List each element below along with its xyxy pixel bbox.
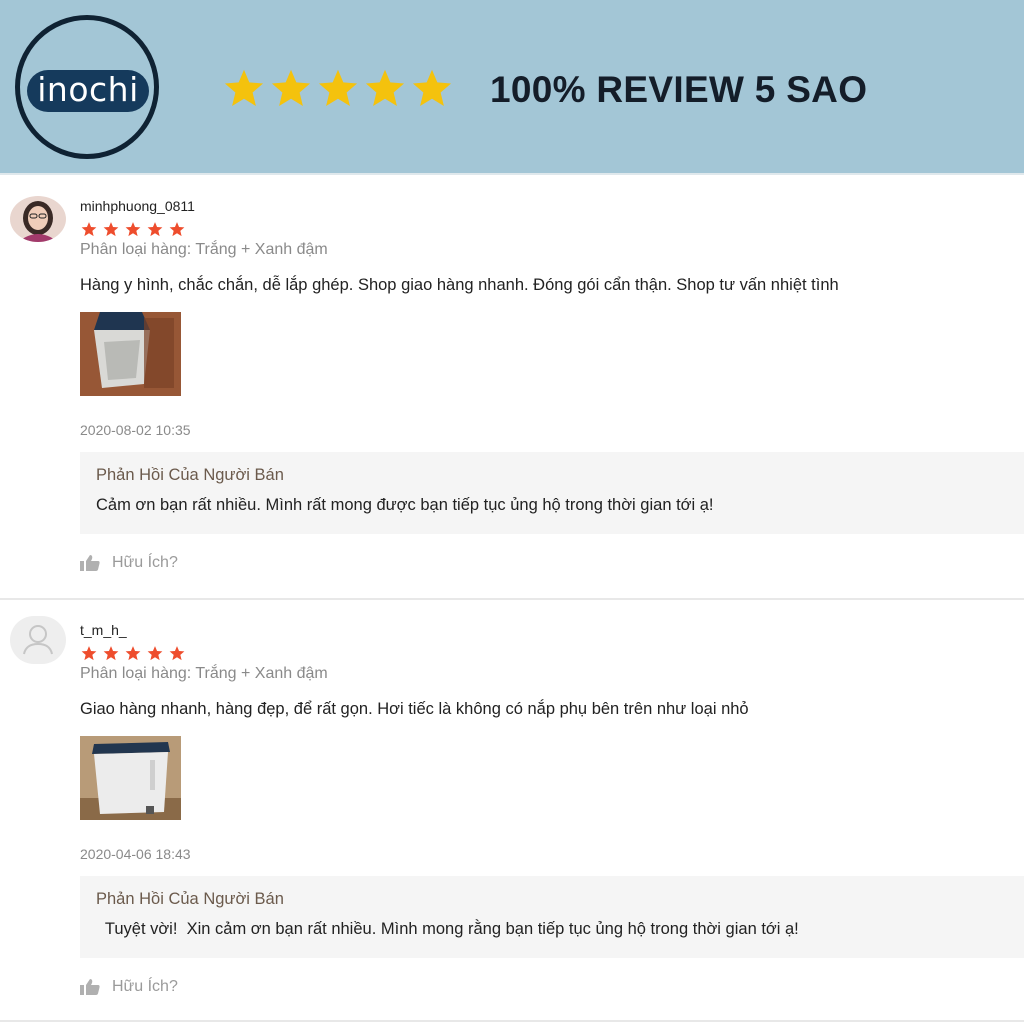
helpful-label: Hữu Ích?	[112, 978, 178, 995]
star-icon	[81, 222, 97, 237]
seller-reply: Phản Hồi Của Người Bán Cảm ơn bạn rất nh…	[80, 452, 1024, 534]
review-item: t_m_h_ Phân loại hàng: Trắng + Xanh đậm …	[0, 600, 1024, 1022]
username[interactable]: minhphuong_0811	[80, 198, 195, 214]
rating-stars	[80, 221, 186, 238]
star-icon	[103, 222, 119, 237]
product-variation: Phân loại hàng: Trắng + Xanh đậm	[80, 665, 328, 682]
avatar[interactable]	[10, 196, 66, 242]
helpful-button[interactable]: Hữu Ích?	[80, 554, 178, 572]
user-icon	[23, 625, 53, 655]
thumbs-up-icon	[80, 555, 100, 571]
star-icon	[365, 69, 405, 107]
star-icon	[147, 646, 163, 661]
seller-reply-title: Phản Hồi Của Người Bán	[96, 466, 284, 484]
helpful-label: Hữu Ích?	[112, 554, 178, 571]
star-icon	[412, 69, 452, 107]
avatar[interactable]	[10, 616, 66, 664]
review-photo[interactable]	[80, 312, 181, 396]
review-photo[interactable]	[80, 736, 181, 820]
star-icon	[271, 69, 311, 107]
helpful-button[interactable]: Hữu Ích?	[80, 978, 178, 996]
seller-reply-text: Tuyệt vời! Xin cảm ơn bạn rất nhiều. Mìn…	[96, 920, 799, 938]
brand-logo: inochi	[15, 15, 159, 159]
star-icon	[103, 646, 119, 661]
star-icon	[81, 646, 97, 661]
banner-title: 100% REVIEW 5 SAO	[490, 69, 868, 110]
star-icon	[318, 69, 358, 107]
rating-stars	[80, 645, 186, 662]
thumbs-up-icon	[80, 979, 100, 995]
review-timestamp: 2020-08-02 10:35	[80, 422, 191, 438]
username[interactable]: t_m_h_	[80, 622, 127, 638]
star-icon	[169, 222, 185, 237]
banner-rating	[222, 66, 454, 114]
review-comment: Hàng y hình, chắc chắn, dễ lắp ghép. Sho…	[80, 276, 839, 294]
review-timestamp: 2020-04-06 18:43	[80, 846, 191, 862]
promo-banner: inochi 100% REVIEW 5 SAO	[0, 0, 1024, 175]
review-item: minhphuong_0811 Phân loại hàng: Trắng + …	[0, 176, 1024, 600]
star-icon	[125, 646, 141, 661]
seller-reply: Phản Hồi Của Người Bán Tuyệt vời! Xin cả…	[80, 876, 1024, 958]
seller-reply-title: Phản Hồi Của Người Bán	[96, 890, 284, 908]
star-icon	[169, 646, 185, 661]
product-variation: Phân loại hàng: Trắng + Xanh đậm	[80, 241, 328, 258]
seller-reply-text: Cảm ơn bạn rất nhiều. Mình rất mong được…	[96, 496, 714, 514]
review-comment: Giao hàng nhanh, hàng đẹp, để rất gọn. H…	[80, 700, 749, 718]
star-icon	[147, 222, 163, 237]
brand-logo-text: inochi	[27, 70, 149, 112]
star-icon	[224, 69, 264, 107]
star-icon	[125, 222, 141, 237]
